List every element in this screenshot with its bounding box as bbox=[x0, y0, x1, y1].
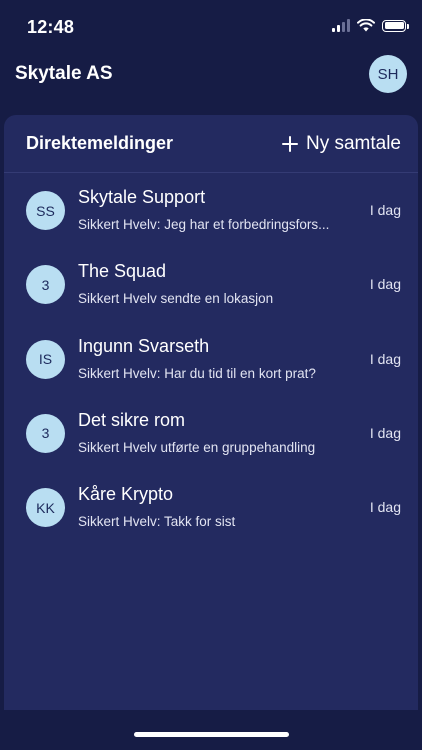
conversation-date: I dag bbox=[369, 202, 401, 218]
panel-title: Direktemeldinger bbox=[26, 133, 174, 153]
direct-messages-panel: Direktemeldinger Ny samtale SS Skytale S… bbox=[4, 115, 418, 710]
conversation-date: I dag bbox=[369, 350, 401, 367]
conversation-name: Ingunn Svarseth bbox=[78, 335, 210, 356]
battery-icon bbox=[382, 19, 409, 32]
conversation-name: The Squad bbox=[78, 261, 167, 282]
conversation-item[interactable]: SS Skytale Support Sikkert Hvelv: Jeg ha… bbox=[4, 173, 418, 247]
conversation-avatar: KK bbox=[26, 488, 65, 528]
new-conversation-button[interactable]: Ny samtale bbox=[281, 132, 401, 155]
status-time: 12:48 bbox=[27, 17, 75, 37]
status-icons bbox=[332, 19, 409, 32]
plus-icon bbox=[281, 135, 298, 152]
conversation-name: Kåre Krypto bbox=[78, 484, 174, 505]
conversation-avatar: IS bbox=[26, 339, 65, 379]
conversation-preview: Sikkert Hvelv utførte en gruppehandling bbox=[78, 439, 316, 455]
panel-header: Direktemeldinger Ny samtale bbox=[4, 115, 418, 173]
bottom-area bbox=[0, 710, 422, 750]
conversation-preview: Sikkert Hvelv: Har du tid til en kort pr… bbox=[78, 365, 316, 381]
status-bar: 12:48 bbox=[0, 0, 422, 56]
conversation-list: SS Skytale Support Sikkert Hvelv: Jeg ha… bbox=[4, 173, 418, 544]
conversation-item[interactable]: 3 Det sikre rom Sikkert Hvelv utførte en… bbox=[4, 396, 418, 470]
conversation-date: I dag bbox=[369, 276, 401, 293]
conversation-item[interactable]: IS Ingunn Svarseth Sikkert Hvelv: Har du… bbox=[4, 322, 418, 396]
conversation-name: Det sikre rom bbox=[78, 409, 186, 430]
profile-avatar[interactable]: SH bbox=[369, 55, 407, 93]
conversation-name: Skytale Support bbox=[78, 187, 206, 207]
wifi-icon bbox=[357, 19, 375, 32]
conversation-avatar: 3 bbox=[26, 265, 65, 305]
conversation-preview: Sikkert Hvelv: Takk for sist bbox=[78, 514, 236, 530]
conversation-date: I dag bbox=[369, 499, 401, 516]
conversation-item[interactable]: KK Kåre Krypto Sikkert Hvelv: Takk for s… bbox=[4, 470, 418, 544]
conversation-preview: Sikkert Hvelv sendte en lokasjon bbox=[78, 291, 274, 307]
new-conversation-label: Ny samtale bbox=[305, 132, 401, 154]
organization-name: Skytale AS bbox=[15, 63, 113, 84]
conversation-date: I dag bbox=[369, 424, 401, 441]
app-header: Skytale AS SH bbox=[0, 52, 422, 96]
conversation-item[interactable]: 3 The Squad Sikkert Hvelv sendte en loka… bbox=[4, 247, 418, 321]
conversation-avatar: SS bbox=[26, 191, 65, 230]
conversation-preview: Sikkert Hvelv: Jeg har et forbedringsfor… bbox=[78, 217, 330, 232]
home-indicator[interactable] bbox=[134, 732, 289, 737]
cellular-signal-icon bbox=[332, 19, 350, 32]
conversation-avatar: 3 bbox=[26, 413, 65, 453]
